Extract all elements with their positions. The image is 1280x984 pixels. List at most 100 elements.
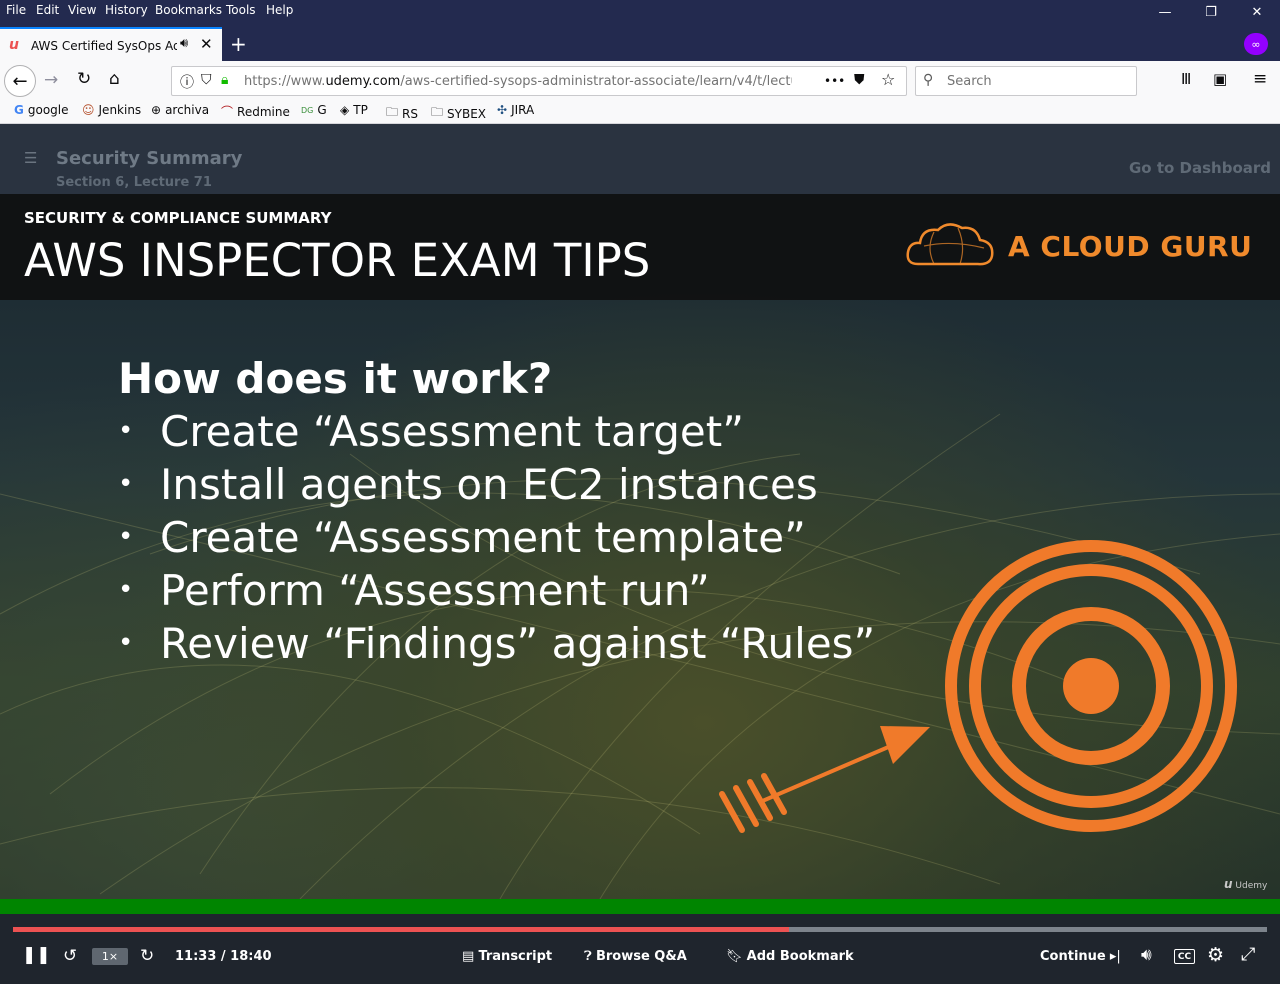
bookmark-label: G bbox=[317, 103, 327, 117]
bookmark-icon: 🔖︎ bbox=[726, 949, 743, 964]
udemy-icon: u bbox=[9, 37, 19, 53]
bookmark-label: archiva bbox=[165, 103, 210, 117]
bookmark-rs[interactable]: 🗀︎ RS bbox=[386, 103, 418, 124]
nav-toolbar: ← → ↻ ⌂ ⓘ ⛉ 🔒︎ https://www.udemy.com/aws… bbox=[0, 61, 1280, 100]
lecture-header: ☰ Security Summary Section 6, Lecture 71… bbox=[0, 124, 1280, 194]
slide-content: How does it work? • Create “Assessment ta… bbox=[118, 352, 875, 670]
bookmark-redmine[interactable]: ⌒ Redmine bbox=[221, 103, 290, 120]
close-tab-icon[interactable]: ✕ bbox=[200, 35, 213, 53]
reload-button[interactable]: ↻ bbox=[77, 69, 91, 89]
player-controls: ❚❚ ↺ 1× ↻ 11:33 / 18:40 ▤ Transcript ❓︎ … bbox=[0, 914, 1280, 984]
udemy-watermark: u Udemy bbox=[1224, 877, 1268, 891]
search-placeholder: Search bbox=[947, 74, 992, 89]
browse-qa-label: Browse Q&A bbox=[595, 949, 687, 964]
menu-edit[interactable]: Edit bbox=[36, 3, 59, 17]
close-window-button[interactable]: ✕ bbox=[1234, 0, 1280, 24]
slide-kicker: SECURITY & COMPLIANCE SUMMARY bbox=[24, 209, 332, 227]
folder-icon: 🗀︎ bbox=[386, 105, 399, 119]
search-bar[interactable]: ⚲ Search bbox=[915, 66, 1137, 96]
bookmark-label: Redmine bbox=[237, 104, 290, 119]
bookmark-label: SYBEX bbox=[447, 106, 486, 121]
add-bookmark-button[interactable]: 🔖︎ Add Bookmark bbox=[726, 949, 854, 964]
page-actions-icon[interactable]: ••• bbox=[824, 74, 845, 88]
slide-bullet: • Perform “Assessment run” bbox=[118, 564, 875, 617]
document-icon: ▤ bbox=[462, 949, 475, 964]
bullet-dot-icon: • bbox=[118, 416, 134, 446]
slide-heading: How does it work? bbox=[118, 354, 553, 403]
minimize-button[interactable]: — bbox=[1142, 0, 1188, 24]
forward-icon[interactable]: ↻ bbox=[140, 946, 154, 966]
bookmark-tp[interactable]: ◈ TP bbox=[340, 103, 368, 117]
menu-tools[interactable]: Tools bbox=[226, 3, 256, 17]
bullet-text: Review “Findings” against “Rules” bbox=[160, 619, 876, 668]
add-bookmark-label: Add Bookmark bbox=[746, 949, 854, 964]
restore-button[interactable]: ❐ bbox=[1188, 0, 1234, 24]
captions-button[interactable]: CC bbox=[1174, 949, 1195, 964]
fullscreen-icon[interactable]: ⤢ bbox=[1241, 944, 1255, 965]
speaker-icon[interactable]: 🔊︎ bbox=[180, 36, 188, 51]
tab-udemy-course[interactable]: u AWS Certified SysOps Administrator - A… bbox=[0, 27, 222, 61]
info-icon[interactable]: ⓘ bbox=[180, 72, 194, 92]
browse-qa-button[interactable]: ❓︎ Browse Q&A bbox=[584, 949, 687, 964]
bookmark-label: RS bbox=[402, 106, 418, 121]
dg-icon: DG bbox=[301, 105, 314, 115]
rewind-icon[interactable]: ↺ bbox=[63, 946, 77, 966]
bookmark-label: JIRA bbox=[511, 103, 535, 117]
bullet-dot-icon: • bbox=[118, 575, 134, 605]
star-icon[interactable]: ☆ bbox=[881, 70, 895, 89]
menu-view[interactable]: View bbox=[68, 3, 96, 17]
progress-bar[interactable] bbox=[13, 927, 1267, 932]
jenkins-icon: ☺ bbox=[82, 103, 95, 117]
bookmark-label: google bbox=[27, 103, 69, 117]
forward-button[interactable]: → bbox=[44, 70, 58, 90]
transcript-button[interactable]: ▤ Transcript bbox=[462, 949, 552, 964]
go-to-dashboard-link[interactable]: Go to Dashboard bbox=[1129, 159, 1271, 177]
diamond-icon: ◈ bbox=[340, 103, 350, 117]
brand-logo-text: A CLOUD GURU bbox=[1008, 230, 1253, 263]
back-button[interactable]: ← bbox=[4, 65, 36, 97]
new-tab-button[interactable]: + bbox=[230, 32, 247, 56]
volume-icon[interactable]: 🔊︎ bbox=[1141, 945, 1152, 965]
jira-icon: ✣ bbox=[497, 103, 508, 117]
skip-next-icon: ▸| bbox=[1109, 949, 1121, 964]
home-button[interactable]: ⌂ bbox=[109, 69, 120, 89]
question-icon: ❓︎ bbox=[584, 949, 592, 964]
bookmark-google[interactable]: G google bbox=[14, 103, 69, 117]
video-frame[interactable]: SECURITY & COMPLIANCE SUMMARY AWS INSPEC… bbox=[0, 194, 1280, 899]
menu-bar: File Edit View History Bookmarks Tools H… bbox=[0, 0, 1280, 24]
slide-title: AWS INSPECTOR EXAM TIPS bbox=[24, 234, 651, 287]
continue-button[interactable]: Continue ▸| bbox=[1040, 949, 1121, 964]
bookmark-archiva[interactable]: ⊕ archiva bbox=[151, 103, 209, 117]
url-text[interactable]: https://www.udemy.com/aws-certified-syso… bbox=[244, 74, 792, 89]
menu-help[interactable]: Help bbox=[266, 3, 293, 17]
slide-header: SECURITY & COMPLIANCE SUMMARY AWS INSPEC… bbox=[0, 194, 1280, 300]
cloud-logo-icon bbox=[906, 223, 994, 266]
curriculum-list-icon[interactable]: ☰ bbox=[24, 149, 37, 167]
bullet-dot-icon: • bbox=[118, 628, 134, 658]
bookmark-g[interactable]: DG G bbox=[301, 103, 327, 117]
bullet-dot-icon: • bbox=[118, 522, 134, 552]
menu-bookmarks[interactable]: Bookmarks bbox=[155, 3, 222, 17]
lock-icon[interactable]: 🔒︎ bbox=[221, 72, 228, 88]
folder-icon: 🗀︎ bbox=[431, 105, 444, 119]
menu-history[interactable]: History bbox=[105, 3, 148, 17]
shield-icon[interactable]: ⛉ bbox=[201, 72, 212, 88]
globe-icon: ⊕ bbox=[151, 103, 162, 117]
menu-file[interactable]: File bbox=[6, 3, 26, 17]
library-icon[interactable]: Ⅲ bbox=[1181, 70, 1191, 88]
bullet-text: Install agents on EC2 instances bbox=[160, 460, 818, 509]
tab-strip: u AWS Certified SysOps Administrator - A… bbox=[0, 24, 1280, 61]
bookmark-jira[interactable]: ✣ JIRA bbox=[497, 103, 534, 117]
pocket-icon[interactable]: ⛊ bbox=[854, 72, 865, 88]
sidebar-icon[interactable]: ▣ bbox=[1213, 70, 1227, 88]
bookmark-sybex[interactable]: 🗀︎ SYBEX bbox=[431, 103, 486, 124]
playback-rate-button[interactable]: 1× bbox=[92, 948, 128, 965]
target-bullseye bbox=[1063, 658, 1119, 714]
pause-button[interactable]: ❚❚ bbox=[22, 945, 51, 965]
search-icon: ⚲ bbox=[923, 72, 934, 88]
slide-bullet: • Create “Assessment target” bbox=[118, 405, 875, 458]
hamburger-menu-icon[interactable]: ≡ bbox=[1253, 69, 1267, 89]
settings-gear-icon[interactable]: ⚙ bbox=[1207, 944, 1224, 966]
url-bar[interactable]: ⓘ ⛉ 🔒︎ https://www.udemy.com/aws-certifi… bbox=[171, 66, 907, 96]
bookmark-jenkins[interactable]: ☺ Jenkins bbox=[82, 103, 141, 117]
